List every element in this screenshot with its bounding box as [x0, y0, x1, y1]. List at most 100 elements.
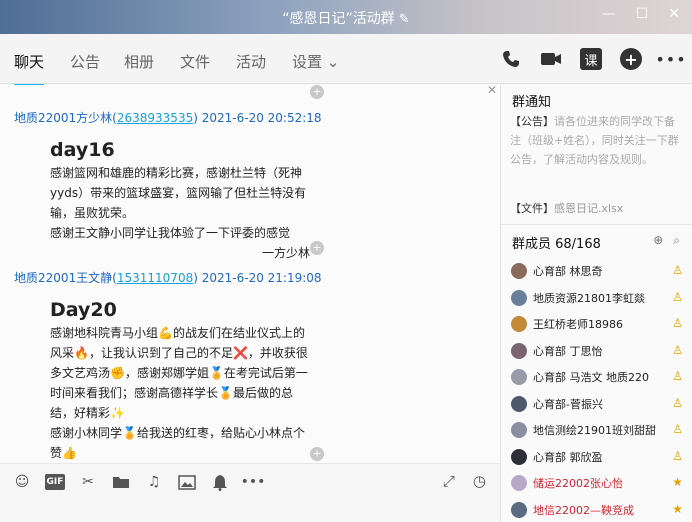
member-item[interactable]: 地质资源21801李虹燚 ♙ — [511, 288, 683, 308]
expand-icon[interactable]: ⤢ — [443, 472, 455, 490]
avatar — [511, 289, 527, 306]
member-item[interactable]: 心育部 丁思怡 ♙ — [511, 341, 683, 361]
avatar — [511, 395, 527, 412]
message-heading: day16 — [50, 139, 115, 161]
avatar — [511, 422, 527, 438]
gif-icon[interactable]: GIF — [45, 474, 65, 490]
more-icon[interactable]: ••• — [241, 472, 266, 492]
message-line: 感谢地科院青马小组💪的战友们在结业仪式上的风采🔥，让我认识到了自己的不足❌，并收… — [50, 326, 308, 420]
member-name: 地质资源21801李虹燚 — [533, 291, 645, 305]
tab-settings[interactable]: 设置 ⌄ — [292, 51, 339, 72]
avatar — [511, 342, 527, 359]
message-signature: 一方少林 — [261, 246, 310, 260]
avatar — [511, 448, 527, 465]
admin-icon: ♙ — [672, 263, 683, 277]
admin-icon: ♙ — [672, 395, 683, 410]
admin-icon: ♙ — [672, 422, 683, 436]
notice-title: 群通知 — [512, 95, 552, 110]
message-line: 感谢小林同学🏅给我送的红枣，给贴心小林点个赞👍 — [50, 426, 305, 460]
message-heading: Day20 — [50, 299, 117, 321]
sender-paren: ) — [193, 271, 198, 285]
member-item[interactable]: 心育部-菅振兴 ♙ — [511, 394, 683, 414]
message-bubble: day16 感谢篮网和雄鹿的精彩比赛，感谢杜兰特（死神yyds）带来的篮球盛宴，… — [50, 137, 310, 263]
message-line: 感谢篮网和雄鹿的精彩比赛，感谢杜兰特（死神yyds）带来的篮球盛宴，篮网输了但杜… — [50, 166, 307, 220]
member-tools: ⊕ ⌕ — [653, 233, 680, 248]
member-item[interactable]: 王红桥老师18986 ♙ — [511, 314, 683, 334]
close-button[interactable]: ✕ — [668, 6, 680, 22]
avatar — [511, 369, 527, 385]
image-icon[interactable] — [177, 472, 197, 492]
edit-icon[interactable]: ✎ — [399, 12, 410, 27]
member-item[interactable]: 心育部 郭欣盈 ♙ — [511, 447, 683, 467]
star-icon: ★ — [672, 475, 683, 489]
admin-icon: ♙ — [672, 448, 683, 463]
sender-qq-link[interactable]: 1531110708 — [117, 271, 193, 285]
class-button[interactable]: 课 — [580, 48, 602, 70]
message-header: 地质22001王文静(1531110708) 2021-6-20 21:19:0… — [14, 269, 322, 286]
tab-bar: 聊天 公告 相册 文件 活动 设置 ⌄ 课 + ••• — [0, 34, 692, 87]
member-name: 心育部-菅振兴 — [533, 397, 603, 411]
admin-icon: ♙ — [672, 316, 683, 330]
input-toolbar: ☺ GIF ✂ ♫ ••• ⤢ ◷ — [0, 463, 500, 522]
file-name: 感恩日记.xlsx — [554, 202, 624, 215]
member-name: 地信测绘21901班刘甜甜 — [533, 424, 656, 437]
add-icon[interactable]: + — [620, 48, 642, 70]
maximize-button[interactable]: ☐ — [636, 6, 649, 22]
input-tools: ☺ GIF ✂ ♫ ••• — [12, 472, 266, 492]
tab-activity[interactable]: 活动 — [236, 51, 266, 72]
emoji-icon[interactable]: ☺ — [12, 472, 32, 492]
window-title-text: “感恩日记”活动群 — [282, 11, 395, 27]
sender-name: 地质22001方少林( — [14, 111, 117, 125]
tab-chat[interactable]: 聊天 — [14, 51, 45, 87]
admin-icon: ♙ — [672, 289, 683, 304]
member-name: 心育部 林思奇 — [533, 265, 603, 278]
member-name: 心育部 郭欣盈 — [533, 450, 603, 464]
video-call-icon[interactable] — [540, 48, 562, 70]
tab-files[interactable]: 文件 — [180, 51, 210, 72]
title-bar: “感恩日记”活动群 ✎ — ☐ ✕ — [0, 0, 692, 34]
member-item[interactable]: 地信22002—鞅竞成 ★ — [511, 500, 683, 520]
close-icon[interactable]: ✕ — [487, 83, 497, 97]
phone-icon[interactable] — [500, 48, 522, 70]
avatar — [511, 475, 527, 491]
bell-icon[interactable] — [210, 472, 230, 492]
sender-name: 地质22001王文静( — [14, 271, 117, 285]
admin-icon: ♙ — [672, 369, 683, 383]
message-area[interactable]: + 地质22001方少林(2638933535) 2021-6-20 20:52… — [0, 85, 500, 463]
avatar — [511, 263, 527, 279]
input-right-tools: ⤢ ◷ — [443, 472, 486, 490]
zoom-icon[interactable]: + — [310, 85, 324, 99]
sender-paren: ) — [193, 111, 198, 125]
member-name: 心育部 丁思怡 — [533, 344, 603, 358]
message-line: 感谢王文静小同学让我体验了一下评委的感觉 — [50, 226, 291, 240]
folder-icon[interactable] — [111, 472, 131, 492]
history-icon[interactable]: ◷ — [473, 472, 486, 490]
member-item[interactable]: 地信测绘21901班刘甜甜 ♙ — [511, 420, 683, 440]
minimize-button[interactable]: — — [602, 6, 616, 22]
more-icon[interactable]: ••• — [655, 48, 685, 70]
notice-content[interactable]: 【公告】请各位进来的同学改下备注（班级+姓名），同时关注一下群公告，了解活动内容… — [510, 112, 682, 169]
member-name: 储运22002张心怡 — [533, 477, 623, 490]
search-icon[interactable]: ⌕ — [673, 233, 680, 248]
message-bubble: Day20 感谢地科院青马小组💪的战友们在结业仪式上的风采🔥，让我认识到了自己的… — [50, 297, 310, 463]
invite-icon[interactable]: ⊕ — [653, 233, 663, 248]
tab-album[interactable]: 相册 — [124, 51, 154, 72]
sender-qq-link[interactable]: 2638933535 — [117, 111, 193, 125]
member-item[interactable]: 心育部 马浩文 地质220 ♙ — [511, 367, 683, 387]
message-time: 2021-6-20 20:52:18 — [201, 111, 322, 125]
music-icon[interactable]: ♫ — [144, 472, 164, 492]
notice-file[interactable]: 【文件】感恩日记.xlsx — [510, 200, 623, 216]
message-header: 地质22001方少林(2638933535) 2021-6-20 20:52:1… — [14, 109, 322, 126]
file-tag: 【文件】 — [510, 202, 554, 215]
avatar — [511, 501, 527, 518]
member-item[interactable]: 心育部 林思奇 ♙ — [511, 261, 683, 281]
member-item[interactable]: 储运22002张心怡 ★ — [511, 473, 683, 493]
message-time: 2021-6-20 21:19:08 — [201, 271, 322, 285]
star-icon: ★ — [672, 501, 683, 516]
scissors-icon[interactable]: ✂ — [78, 472, 98, 492]
chat-tools: 课 + ••• — [500, 48, 686, 70]
admin-icon: ♙ — [672, 342, 683, 357]
tab-announcement[interactable]: 公告 — [70, 51, 100, 72]
zoom-icon[interactable]: + — [310, 447, 324, 461]
zoom-icon[interactable]: + — [310, 241, 324, 255]
